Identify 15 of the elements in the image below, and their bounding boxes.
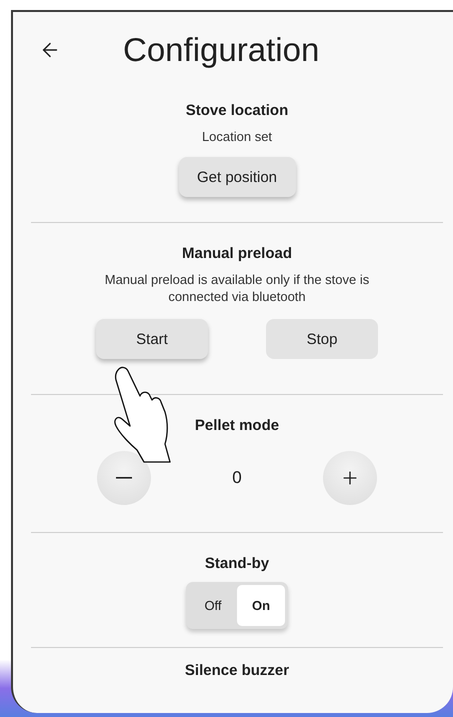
toggle-option[interactable]: Off bbox=[189, 585, 237, 626]
action-button[interactable]: Stop bbox=[266, 319, 378, 359]
section-description: Location set bbox=[200, 128, 274, 145]
page-title: Configuration bbox=[123, 31, 320, 69]
minus-icon bbox=[116, 477, 132, 479]
action-button[interactable]: Start bbox=[96, 319, 208, 359]
toggle-option[interactable]: On bbox=[237, 585, 285, 626]
section-title: Stove location bbox=[186, 102, 288, 119]
section-title: Stand-by bbox=[204, 555, 270, 572]
action-button[interactable]: Get position bbox=[178, 157, 296, 197]
section-title: Pellet mode bbox=[194, 417, 280, 434]
section-title: Silence buzzer bbox=[184, 662, 290, 679]
section-title: Manual preload bbox=[182, 245, 292, 262]
stepper-value: 0 bbox=[232, 468, 242, 488]
section-description: Manual preload is available only if the stove is connected via bluetooth bbox=[104, 271, 370, 305]
